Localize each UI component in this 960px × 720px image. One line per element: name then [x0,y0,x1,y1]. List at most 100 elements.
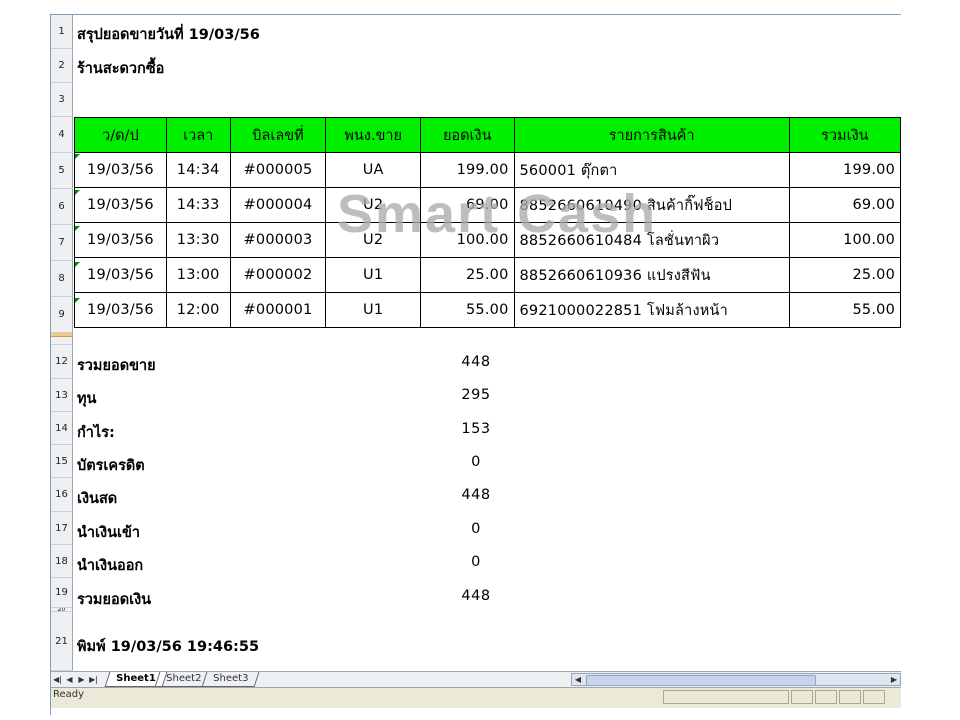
table-row: 19/03/56 13:30 #000003 U2 100.00 8852660… [74,222,901,258]
table-header-row: ว/ด/ป เวลา บิลเลขที่ พนง.ขาย ยอดเงิน ราย… [74,117,901,153]
header-staff[interactable]: พนง.ขาย [325,117,421,153]
cell-bill[interactable]: #000003 [229,222,327,258]
row-header-hidden[interactable] [51,337,73,345]
cell-amount[interactable]: 55.00 [419,292,515,328]
header-items[interactable]: รายการสินค้า [513,117,790,153]
summary-cash-out-value[interactable]: 0 [421,554,531,570]
error-indicator-icon [75,262,80,267]
row-header-1[interactable]: 1 [51,15,73,49]
cell-time[interactable]: 13:00 [165,257,231,293]
summary-total-money-label: รวมยอดเงิน [77,592,152,608]
table-row: 19/03/56 12:00 #000001 U1 55.00 69210000… [74,292,901,328]
cell-date[interactable]: 19/03/56 [74,257,167,293]
cell-amount[interactable]: 199.00 [419,152,515,188]
cell-amount[interactable]: 25.00 [419,257,515,293]
cell-total[interactable]: 100.00 [788,222,901,258]
cell-amount[interactable]: 100.00 [419,222,515,258]
cell-total[interactable]: 69.00 [788,187,901,223]
row-header-18[interactable]: 18 [51,545,73,578]
row-header-3[interactable]: 3 [51,83,73,117]
cell-bill[interactable]: #000001 [229,292,327,328]
summary-cash-in-value[interactable]: 0 [421,521,531,537]
spreadsheet-area[interactable]: 1 2 3 4 5 6 7 8 9 12 13 14 15 16 17 18 1… [50,14,901,715]
cell-amount[interactable]: 69.00 [419,187,515,223]
tab-sheet1-label: Sheet1 [116,673,156,684]
row-header-15[interactable]: 15 [51,445,73,478]
cell-staff[interactable]: U2 [325,187,421,223]
header-time[interactable]: เวลา [165,117,231,153]
cell-bill[interactable]: #000002 [229,257,327,293]
cell-items[interactable]: 6921000022851 โฟมล้างหน้า [513,292,790,328]
cell-total[interactable]: 55.00 [788,292,901,328]
status-panel [663,690,789,704]
cell-date[interactable]: 19/03/56 [74,292,167,328]
scroll-left-icon[interactable]: ◀ [572,674,584,685]
row-header-7[interactable]: 7 [51,225,73,261]
first-sheet-icon[interactable]: ◀| [52,672,63,687]
next-sheet-icon[interactable]: ▶ [76,672,87,687]
cell-date[interactable]: 19/03/56 [74,152,167,188]
cell-date[interactable]: 19/03/56 [74,222,167,258]
row-header-4[interactable]: 4 [51,117,73,153]
summary-profit-label: กำไร: [77,425,115,441]
cell-total[interactable]: 199.00 [788,152,901,188]
summary-profit-value[interactable]: 153 [421,421,531,437]
cell-bill[interactable]: #000004 [229,187,327,223]
cell-items[interactable]: 560001 ตุ๊กตา [513,152,790,188]
prev-sheet-icon[interactable]: ◀ [64,672,75,687]
header-date[interactable]: ว/ด/ป [74,117,167,153]
cell-items[interactable]: 8852660610490 สินค้ากิ๊ฟช็อป [513,187,790,223]
status-bar: Ready [51,688,901,708]
row-header-17[interactable]: 17 [51,512,73,545]
cell-items[interactable]: 8852660610936 แปรงสีฟัน [513,257,790,293]
error-indicator-icon [75,190,80,195]
header-bill[interactable]: บิลเลขที่ [229,117,327,153]
row-header-5[interactable]: 5 [51,153,73,189]
row-header-21[interactable]: 21 [51,612,73,671]
last-sheet-icon[interactable]: ▶| [88,672,99,687]
error-indicator-icon [75,298,80,303]
tab-sheet3-label: Sheet3 [213,673,249,684]
summary-total-sales-label: รวมยอดขาย [77,358,156,374]
shop-name: ร้านสะดวกซื้อ [77,61,165,77]
cell-time[interactable]: 12:00 [165,292,231,328]
sheet-tab-bar: ◀| ◀ ▶ ▶| Sheet1 Sheet2 Sheet3 ◀ ▶ [51,671,901,688]
status-panel [815,690,837,704]
cell-staff[interactable]: U2 [325,222,421,258]
cell-time[interactable]: 14:33 [165,187,231,223]
header-amount[interactable]: ยอดเงิน [419,117,515,153]
summary-total-sales-value[interactable]: 448 [421,354,531,370]
row-header-2[interactable]: 2 [51,49,73,83]
summary-cost-value[interactable]: 295 [421,387,531,403]
cell-items[interactable]: 8852660610484 โลชั่นทาผิว [513,222,790,258]
cell-staff[interactable]: U1 [325,257,421,293]
row-header-8[interactable]: 8 [51,261,73,297]
scroll-thumb[interactable] [586,675,816,686]
row-header-6[interactable]: 6 [51,189,73,225]
row-header-16[interactable]: 16 [51,478,73,512]
row-header-12[interactable]: 12 [51,345,73,379]
row-header-19[interactable]: 19 [51,578,73,608]
summary-credit-card-value[interactable]: 0 [421,454,531,470]
cell-date[interactable]: 19/03/56 [74,187,167,223]
cell-staff[interactable]: UA [325,152,421,188]
summary-total-money-value[interactable]: 448 [421,588,531,604]
summary-cash-value[interactable]: 448 [421,487,531,503]
header-total[interactable]: รวมเงิน [788,117,901,153]
status-text: Ready [53,689,85,700]
tab-sheet3[interactable]: Sheet3 [201,672,260,687]
cell-bill[interactable]: #000005 [229,152,327,188]
summary-cash-label: เงินสด [77,491,118,507]
cell-time[interactable]: 13:30 [165,222,231,258]
row-header-14[interactable]: 14 [51,412,73,445]
row-header-13[interactable]: 13 [51,379,73,412]
printed-timestamp: พิมพ์ 19/03/56 19:46:55 [77,639,260,655]
horizontal-scrollbar[interactable]: ◀ ▶ [571,673,901,686]
cell-staff[interactable]: U1 [325,292,421,328]
row-header-9[interactable]: 9 [51,297,73,333]
cell-total[interactable]: 25.00 [788,257,901,293]
summary-cash-in-label: นำเงินเข้า [77,525,141,541]
cell-time[interactable]: 14:34 [165,152,231,188]
scroll-right-icon[interactable]: ▶ [888,674,900,685]
summary-cost-label: ทุน [77,391,97,407]
